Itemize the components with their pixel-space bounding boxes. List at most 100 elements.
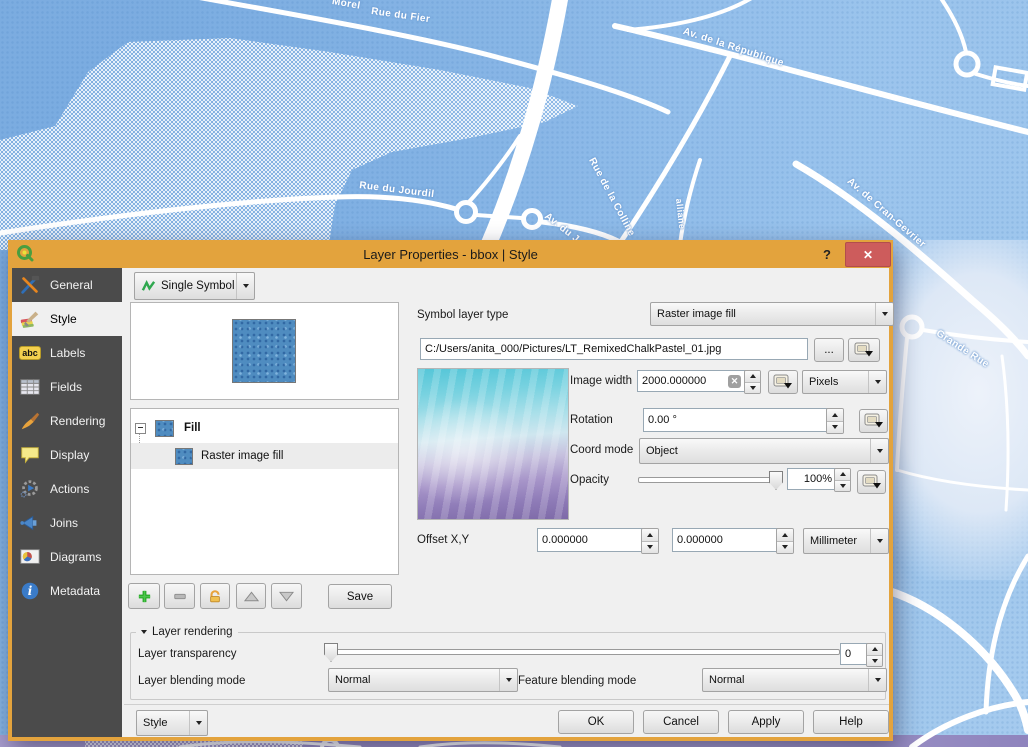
footer-separator [124,704,889,705]
lock-color-button[interactable] [200,583,230,609]
tree-item-raster-image-fill[interactable]: Raster image fill [131,443,398,469]
opacity-spinner[interactable] [834,468,851,492]
collapse-triangle-icon [141,630,147,634]
layer-blending-mode-label: Layer blending mode [138,670,245,692]
symbol-layer-type-label: Symbol layer type [417,304,508,326]
sidebar-item-display[interactable]: Display [12,438,122,472]
dialog-titlebar[interactable]: Layer Properties - bbox | Style ? ✕ [8,240,893,268]
data-defined-override-button[interactable] [768,370,798,394]
single-symbol-icon [141,279,156,294]
gear-play-icon [18,477,42,501]
dialog-close-button[interactable]: ✕ [845,242,891,267]
lock-icon [208,589,222,604]
info-icon: i [18,579,42,603]
coord-mode-dropdown[interactable]: Object [639,438,889,464]
save-symbol-button[interactable]: Save [328,584,392,609]
image-path-input[interactable]: C:/Users/anita_000/Pictures/LT_RemixedCh… [420,338,808,360]
expression-icon [862,474,882,490]
raster-image-texture [418,369,568,519]
sidebar-item-label: Style [50,312,77,326]
renderer-value: Single Symbol [161,280,235,292]
offset-x-spinner[interactable] [641,528,659,554]
layer-blending-mode-dropdown[interactable]: Normal [328,668,518,692]
sidebar-item-joins[interactable]: Joins [12,506,122,540]
style-menu-label: Style [143,717,167,729]
renderer-dropdown[interactable]: Single Symbol [134,272,255,300]
layer-transparency-slider-track[interactable] [328,649,840,655]
offset-unit-dropdown[interactable]: Millimeter [803,528,889,554]
fill-swatch-icon [155,420,174,437]
add-symbol-layer-button[interactable] [128,583,160,609]
move-down-button[interactable] [271,583,302,609]
sidebar-item-actions[interactable]: Actions [12,472,122,506]
feature-blending-mode-dropdown[interactable]: Normal [702,668,887,692]
collapse-icon[interactable] [135,423,146,434]
offset-y-spinner[interactable] [776,528,794,554]
raster-fill-swatch-icon [175,448,193,465]
chevron-down-icon [189,711,207,735]
sidebar-item-label: Joins [50,516,78,530]
sidebar-item-label: Actions [50,482,89,496]
sidebar-item-metadata[interactable]: i Metadata [12,574,122,608]
offset-y-input[interactable]: 0.000000 [672,528,780,552]
sidebar-item-labels[interactable]: abc Labels [12,336,122,370]
symbol-layer-type-dropdown[interactable]: Raster image fill [650,302,894,326]
opacity-spinbox[interactable]: 100% [787,468,837,490]
chevron-down-icon [870,529,888,553]
plus-icon [137,589,152,604]
sidebar-item-label: General [50,278,93,292]
tools-icon [18,273,42,297]
image-width-input[interactable]: 2000.000000 ✕ [637,370,746,392]
expression-icon [773,374,793,390]
up-arrow-icon [244,591,259,602]
tree-item-label: Fill [184,422,201,434]
tree-item-fill[interactable]: Fill [131,415,398,441]
data-defined-override-button[interactable] [857,470,886,494]
image-width-spinner[interactable] [744,370,761,394]
apply-button[interactable]: Apply [728,710,804,734]
style-menu-button[interactable]: Style [136,710,208,736]
dialog-title: Layer Properties - bbox | Style [8,247,893,262]
sidebar-item-label: Diagrams [50,550,101,564]
help-button[interactable]: Help [813,710,889,734]
move-up-button[interactable] [236,583,266,609]
speech-bubble-icon [18,443,42,467]
chevron-down-icon [870,439,888,463]
layer-rendering-header[interactable]: Layer rendering [136,625,238,639]
symbol-layer-tree: Fill Raster image fill [130,408,399,575]
cancel-button[interactable]: Cancel [643,710,719,734]
feature-blending-mode-label: Feature blending mode [518,670,636,692]
offset-x-input[interactable]: 0.000000 [537,528,645,552]
dialog-body: General Style abc Labe [12,268,889,737]
layer-transparency-spinner[interactable] [866,643,883,667]
sidebar-item-style[interactable]: Style [12,302,122,336]
sidebar-item-label: Display [50,448,89,462]
opacity-slider-handle[interactable] [769,471,783,490]
sidebar-item-general[interactable]: General [12,268,122,302]
ok-button[interactable]: OK [558,710,634,734]
image-width-label: Image width [570,370,632,392]
sidebar-item-label: Fields [50,380,82,394]
remove-symbol-layer-button[interactable] [164,583,195,609]
sidebar-item-fields[interactable]: Fields [12,370,122,404]
offset-label: Offset X,Y [417,529,469,551]
clear-icon[interactable]: ✕ [728,375,741,388]
sidebar-item-diagrams[interactable]: Diagrams [12,540,122,574]
opacity-slider-track[interactable] [638,477,780,483]
down-arrow-icon [279,591,294,602]
sidebar-item-rendering[interactable]: Rendering [12,404,122,438]
minus-icon [173,589,187,603]
sidebar-item-label: Rendering [50,414,105,428]
image-width-unit-dropdown[interactable]: Pixels [802,370,887,394]
chevron-down-icon [868,669,886,691]
browse-image-button[interactable]: ... [814,338,844,362]
data-defined-override-button[interactable] [859,409,888,433]
dialog-help-button[interactable]: ? [817,243,837,265]
data-defined-override-button[interactable] [848,338,880,362]
rotation-spinner[interactable] [826,408,844,434]
tree-item-label: Raster image fill [201,450,283,462]
chevron-down-icon [875,303,893,325]
opacity-label: Opacity [570,469,609,491]
rotation-input[interactable]: 0.00 ° [643,408,831,432]
image-width-value: 2000.000000 [642,375,706,387]
